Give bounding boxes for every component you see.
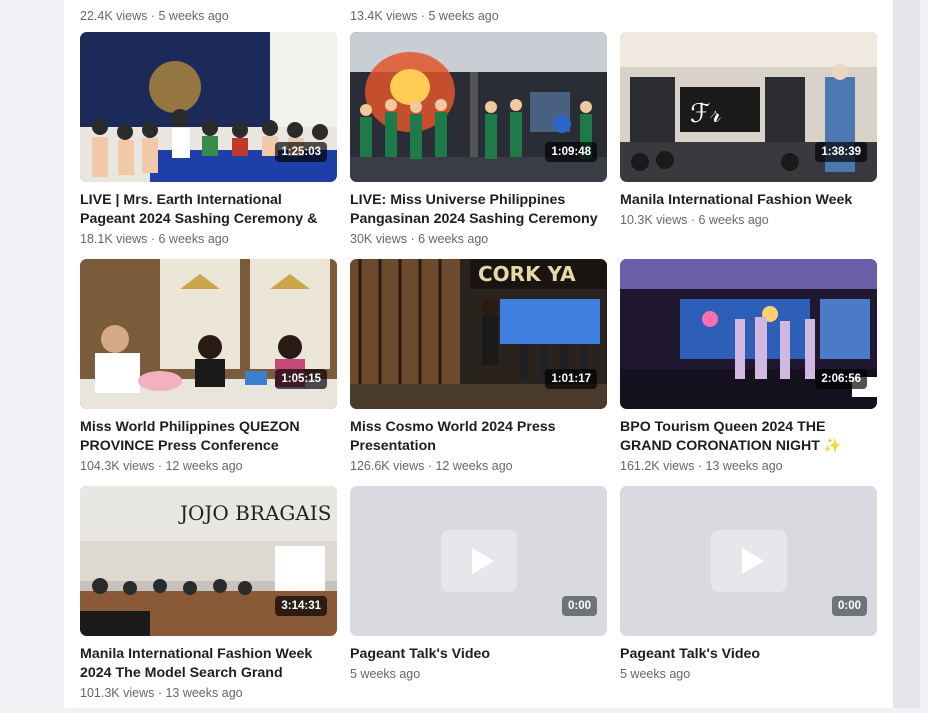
video-thumbnail[interactable]: 1:25:03 — [80, 32, 337, 182]
video-duration: 2:06:56 — [815, 369, 867, 389]
video-card[interactable]: 1:05:15 Miss World Philippines QUEZON PR… — [80, 259, 337, 486]
video-card[interactable]: 1:25:03 LIVE | Mrs. Earth International … — [80, 32, 337, 259]
video-thumbnail[interactable]: 1:05:15 — [80, 259, 337, 409]
video-meta: 30K views · 6 weeks ago — [350, 232, 489, 246]
video-thumbnail[interactable]: 0:00 — [350, 486, 607, 636]
scrollbar-track[interactable] — [893, 0, 920, 708]
video-thumbnail[interactable]: JOJO BRAGAIS 3:14:31 — [80, 486, 337, 636]
play-icon — [441, 530, 517, 592]
video-meta: 101.3K views · 13 weeks ago — [80, 686, 243, 700]
video-duration: 3:14:31 — [275, 596, 327, 616]
video-title[interactable]: Miss World Philippines QUEZON PROVINCE P… — [80, 418, 337, 456]
video-card[interactable]: 1:09:48 LIVE: Miss Universe Philippines … — [350, 32, 607, 259]
video-duration: 0:00 — [831, 596, 867, 616]
svg-text:ℱ𝓇: ℱ𝓇 — [690, 99, 721, 129]
video-meta: 5 weeks ago — [350, 667, 421, 681]
video-duration: 1:09:48 — [545, 142, 597, 162]
video-thumbnail[interactable]: ℱ𝓇 1:38:39 — [620, 32, 877, 182]
video-duration: 1:01:17 — [545, 369, 597, 389]
video-duration: 1:05:15 — [275, 369, 327, 389]
thumbnail-sign-text: JOJO BRAGAIS — [178, 501, 331, 525]
video-card[interactable]: CORK YA 1:01:17 Miss Cosmo World 2024 Pr… — [350, 259, 607, 486]
video-duration: 1:25:03 — [275, 142, 327, 162]
video-thumbnail[interactable]: CORK YA 1:01:17 — [350, 259, 607, 409]
video-title[interactable]: Pageant Talk's Video — [620, 645, 877, 664]
video-title[interactable]: LIVE | Mrs. Earth International Pageant … — [80, 191, 337, 229]
video-thumbnail[interactable]: 2:06:56 — [620, 259, 877, 409]
play-icon — [711, 530, 787, 592]
video-thumbnail[interactable]: 1:09:48 — [350, 32, 607, 182]
video-thumbnail[interactable]: 0:00 — [620, 486, 877, 636]
video-duration: 1:38:39 — [815, 142, 867, 162]
video-title[interactable]: Manila International Fashion Week 2024 T… — [80, 645, 337, 683]
video-title[interactable]: Miss Cosmo World 2024 Press Presentation — [350, 418, 607, 456]
video-card[interactable]: 0:00 Pageant Talk's Video 5 weeks ago — [350, 486, 607, 713]
sparkles-icon: ✨ — [823, 438, 842, 454]
video-title[interactable]: Pageant Talk's Video — [350, 645, 607, 664]
video-title-text: BPO Tourism Queen 2024 THE GRAND CORONAT… — [620, 419, 826, 454]
video-card[interactable]: 0:00 Pageant Talk's Video 5 weeks ago — [620, 486, 877, 713]
video-card[interactable]: 2:06:56 BPO Tourism Queen 2024 THE GRAND… — [620, 259, 877, 486]
video-card[interactable]: JOJO BRAGAIS 3:14:31 Manila Internationa… — [80, 486, 337, 713]
video-meta: 126.6K views · 12 weeks ago — [350, 459, 513, 473]
thumbnail-sign-text: CORK YA — [478, 262, 576, 286]
video-meta: 18.1K views · 6 weeks ago — [80, 232, 229, 246]
video-meta: 13.4K views · 5 weeks ago — [350, 9, 499, 23]
video-meta: 104.3K views · 12 weeks ago — [80, 459, 243, 473]
video-meta: 10.3K views · 6 weeks ago — [620, 213, 769, 227]
video-meta: 22.4K views · 5 weeks ago — [80, 9, 229, 23]
video-grid: 1:25:03 LIVE | Mrs. Earth International … — [80, 32, 877, 713]
video-meta: 5 weeks ago — [620, 667, 691, 681]
video-title[interactable]: Manila International Fashion Week — [620, 191, 877, 210]
video-card[interactable]: ℱ𝓇 1:38:39 Manila International Fashion … — [620, 32, 877, 259]
video-title[interactable]: LIVE: Miss Universe Philippines Pangasin… — [350, 191, 607, 229]
video-meta: 161.2K views · 13 weeks ago — [620, 459, 783, 473]
video-duration: 0:00 — [561, 596, 597, 616]
video-title[interactable]: BPO Tourism Queen 2024 THE GRAND CORONAT… — [620, 418, 877, 456]
